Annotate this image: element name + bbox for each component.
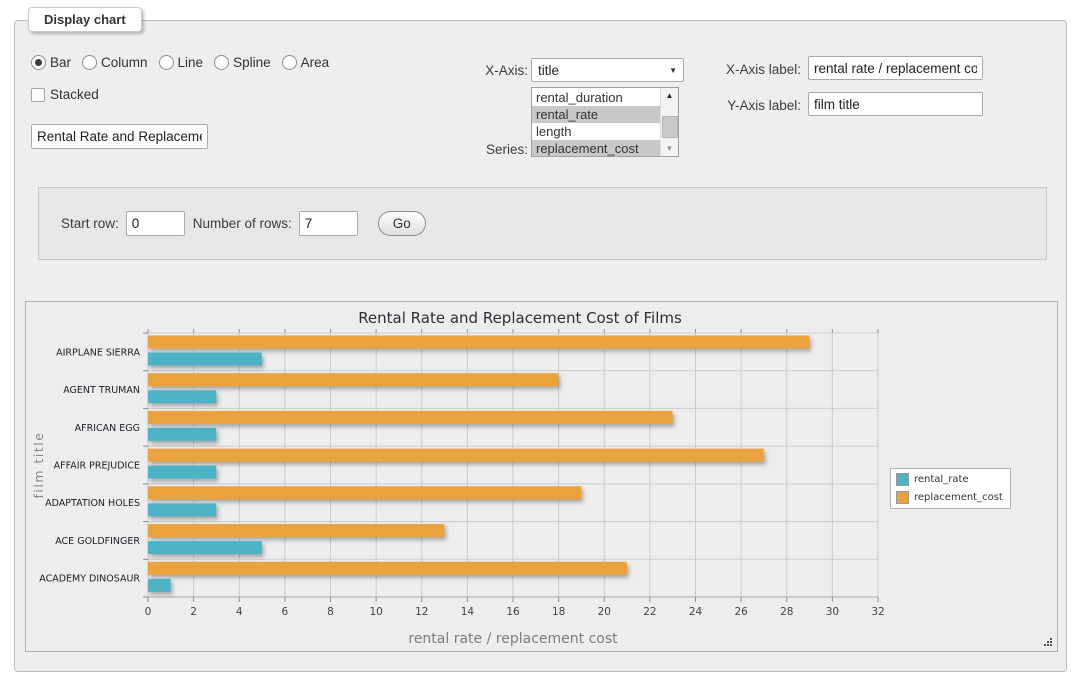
radio-icon [214,55,229,70]
radio-icon [31,55,46,70]
svg-text:22: 22 [643,606,656,618]
checkbox-icon [31,88,45,102]
radio-label: Bar [50,55,71,70]
listbox-scrollbar[interactable]: ▲ ▼ [660,88,678,156]
scroll-up-icon[interactable]: ▲ [661,88,678,103]
chart-type-radio-bar[interactable]: Bar [31,55,71,70]
x-axis-label-input[interactable] [808,56,983,80]
series-option-rental-duration[interactable]: rental_duration [532,89,661,106]
resize-handle-icon[interactable] [1042,636,1054,648]
svg-text:28: 28 [780,606,793,618]
svg-text:AGENT TRUMAN: AGENT TRUMAN [63,385,140,396]
svg-text:rental rate / replacement cost: rental rate / replacement cost [408,631,618,647]
svg-text:20: 20 [598,606,611,618]
y-axis-label-label: Y-Axis label: [713,98,801,113]
chart-type-radio-spline[interactable]: Spline [214,55,271,70]
start-row-input[interactable] [126,211,185,236]
chart-type-radio-area[interactable]: Area [282,55,330,70]
radio-icon [159,55,174,70]
legend-item-rental-rate: rental_rate [896,473,1003,486]
scrollbar-thumb[interactable] [662,116,678,138]
display-chart-fieldset: Display chart Bar Column Line Spline Are… [14,20,1067,672]
radio-icon [282,55,297,70]
start-row-label: Start row: [61,216,119,231]
chart-container: 02468101214161820222426283032AIRPLANE SI… [25,301,1058,652]
chevron-down-icon: ▼ [669,66,677,75]
svg-text:6: 6 [282,606,289,618]
chart-legend: rental_rate replacement_cost [890,468,1011,509]
chart-type-radio-line[interactable]: Line [159,55,204,70]
series-option-length[interactable]: length [532,123,661,140]
radio-label: Line [178,55,204,70]
go-button[interactable]: Go [378,211,426,236]
num-rows-input[interactable] [299,211,358,236]
svg-text:18: 18 [552,606,565,618]
legend-label: replacement_cost [914,492,1003,503]
svg-text:24: 24 [689,606,703,618]
num-rows-label: Number of rows: [193,216,292,231]
x-axis-select[interactable]: title ▼ [531,58,684,82]
svg-text:26: 26 [734,606,748,618]
svg-text:16: 16 [506,606,520,618]
svg-text:ACE GOLDFINGER: ACE GOLDFINGER [55,536,140,547]
radio-label: Column [101,55,148,70]
legend-swatch-rental-rate [896,473,909,486]
legend-label: rental_rate [914,474,969,485]
svg-text:32: 32 [871,606,884,618]
row-controls-box: Start row: Number of rows: Go [38,187,1047,260]
x-axis-label-label: X-Axis label: [713,62,801,77]
svg-text:30: 30 [826,606,839,618]
stacked-checkbox[interactable]: Stacked [31,87,99,102]
svg-text:AIRPLANE SIERRA: AIRPLANE SIERRA [56,347,140,358]
chart-title-input[interactable] [31,124,208,149]
radio-label: Spline [233,55,271,70]
svg-text:AFFAIR PREJUDICE: AFFAIR PREJUDICE [54,461,140,472]
svg-text:8: 8 [327,606,334,618]
legend-item-replacement-cost: replacement_cost [896,491,1003,504]
svg-text:10: 10 [369,606,382,618]
svg-text:ADAPTATION HOLES: ADAPTATION HOLES [45,498,140,509]
chart-type-radio-column[interactable]: Column [82,55,148,70]
fieldset-legend: Display chart [28,7,142,32]
svg-text:film title: film title [31,432,46,499]
svg-text:AFRICAN EGG: AFRICAN EGG [75,423,140,434]
series-options: rental_duration rental_rate length repla… [532,88,661,156]
series-listbox[interactable]: rental_duration rental_rate length repla… [531,87,679,157]
series-option-replacement-cost[interactable]: replacement_cost [532,140,661,157]
radio-label: Area [301,55,330,70]
series-list-label: Series: [455,142,528,157]
svg-text:4: 4 [236,606,243,618]
stacked-label: Stacked [50,87,99,102]
svg-text:0: 0 [145,606,152,618]
scroll-down-icon[interactable]: ▼ [661,141,678,156]
svg-text:14: 14 [461,606,475,618]
x-axis-select-label: X-Axis: [455,63,528,78]
svg-text:12: 12 [415,606,428,618]
x-axis-select-value: title [538,63,559,78]
svg-text:ACADEMY DINOSAUR: ACADEMY DINOSAUR [39,574,140,585]
svg-text:Rental Rate and Replacement Co: Rental Rate and Replacement Cost of Film… [358,309,682,327]
svg-text:2: 2 [190,606,197,618]
chart-type-radio-group: Bar Column Line Spline Area [31,55,329,70]
radio-icon [82,55,97,70]
legend-swatch-replacement-cost [896,491,909,504]
series-option-rental-rate[interactable]: rental_rate [532,106,661,123]
y-axis-label-input[interactable] [808,92,983,116]
